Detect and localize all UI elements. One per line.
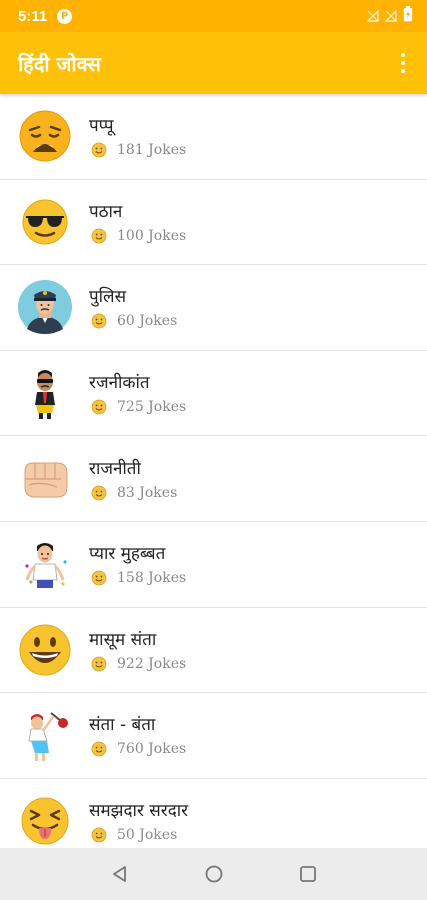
joke-count: 60 Jokes	[117, 313, 178, 330]
category-title: मासूम संता	[89, 629, 157, 650]
category-title: संता - बंता	[89, 715, 156, 736]
signal-off-icon	[366, 7, 379, 26]
category-item[interactable]: समझदार सरदार 50 Jokes	[0, 779, 427, 848]
joke-count-row: 83 Jokes	[89, 485, 177, 501]
smiley-icon	[91, 656, 107, 672]
category-item[interactable]: पुलिस 60 Jokes	[0, 265, 427, 351]
fist-icon	[17, 451, 73, 507]
joke-count: 83 Jokes	[117, 484, 178, 501]
category-item[interactable]: पप्पू 181 Jokes	[0, 94, 427, 180]
navigation-bar	[0, 848, 427, 900]
category-item[interactable]: मासूम संता 922 Jokes	[0, 608, 427, 694]
status-bar: 5:11 P	[0, 0, 427, 32]
traveller-cartoon-icon	[17, 707, 73, 763]
category-title: रजनीकांत	[89, 373, 150, 394]
category-item[interactable]: पठान 100 Jokes	[0, 180, 427, 266]
category-title: राजनीती	[89, 458, 141, 479]
smiley-icon	[91, 142, 107, 158]
joke-count: 725 Jokes	[117, 399, 187, 416]
signal-off-icon	[384, 7, 397, 26]
smiley-icon	[91, 570, 107, 586]
joke-count-row: 60 Jokes	[89, 313, 177, 329]
category-text: पठान 100 Jokes	[89, 200, 186, 244]
category-text: मासूम संता 922 Jokes	[89, 628, 186, 672]
smiley-icon	[91, 313, 107, 329]
p-notification-icon: P	[57, 8, 73, 24]
category-text: प्यार मुहब्बत 158 Jokes	[89, 542, 186, 586]
category-text: राजनीती 83 Jokes	[89, 457, 177, 501]
category-list: पप्पू 181 Jokes पठान 100 Jokes पुलिस 60 …	[0, 94, 427, 848]
category-item[interactable]: प्यार मुहब्बत 158 Jokes	[0, 522, 427, 608]
love-cartoon-icon	[17, 536, 73, 592]
status-icons	[366, 6, 413, 26]
app-bar: हिंदी जोक्स	[0, 32, 427, 94]
category-item[interactable]: राजनीती 83 Jokes	[0, 436, 427, 522]
category-title: पठान	[89, 201, 123, 222]
app-title: हिंदी जोक्स	[18, 51, 101, 76]
joke-count-row: 50 Jokes	[89, 827, 188, 843]
joke-count-row: 760 Jokes	[89, 741, 186, 757]
joke-count: 922 Jokes	[117, 655, 187, 672]
smiley-icon	[91, 827, 107, 843]
smiley-icon	[91, 228, 107, 244]
category-title: पप्पू	[89, 116, 114, 137]
joke-count-row: 158 Jokes	[89, 570, 186, 586]
battery-icon	[403, 6, 413, 26]
more-vert-icon[interactable]	[391, 43, 415, 83]
sunglasses-face-icon	[17, 194, 73, 250]
joke-count: 100 Jokes	[117, 227, 187, 244]
rajnikant-cartoon-icon	[17, 365, 73, 421]
category-text: पप्पू 181 Jokes	[89, 114, 186, 158]
tongue-face-icon	[17, 793, 73, 848]
category-item[interactable]: रजनीकांत 725 Jokes	[0, 351, 427, 437]
police-officer-icon	[17, 279, 73, 335]
smiley-icon	[91, 399, 107, 415]
smiley-icon	[91, 741, 107, 757]
category-text: समझदार सरदार 50 Jokes	[89, 799, 188, 843]
smiley-icon	[91, 485, 107, 501]
category-text: संता - बंता 760 Jokes	[89, 713, 186, 757]
joke-count: 181 Jokes	[117, 142, 187, 159]
weary-face-icon	[17, 108, 73, 164]
joke-count-row: 922 Jokes	[89, 656, 186, 672]
recents-square-icon[interactable]	[296, 862, 320, 886]
joke-count: 760 Jokes	[117, 741, 187, 758]
category-text: रजनीकांत 725 Jokes	[89, 371, 186, 415]
joke-count: 158 Jokes	[117, 570, 187, 587]
back-triangle-icon[interactable]	[108, 862, 132, 886]
joke-count-row: 725 Jokes	[89, 399, 186, 415]
category-title: पुलिस	[89, 287, 127, 308]
joke-count: 50 Jokes	[117, 827, 178, 844]
category-title: प्यार मुहब्बत	[89, 544, 166, 565]
home-circle-icon[interactable]	[202, 862, 226, 886]
joke-count-row: 100 Jokes	[89, 228, 186, 244]
joke-count-row: 181 Jokes	[89, 142, 186, 158]
status-time: 5:11	[18, 7, 48, 25]
category-title: समझदार सरदार	[89, 801, 189, 822]
grinning-face-icon	[17, 622, 73, 678]
category-item[interactable]: संता - बंता 760 Jokes	[0, 693, 427, 779]
category-text: पुलिस 60 Jokes	[89, 285, 177, 329]
